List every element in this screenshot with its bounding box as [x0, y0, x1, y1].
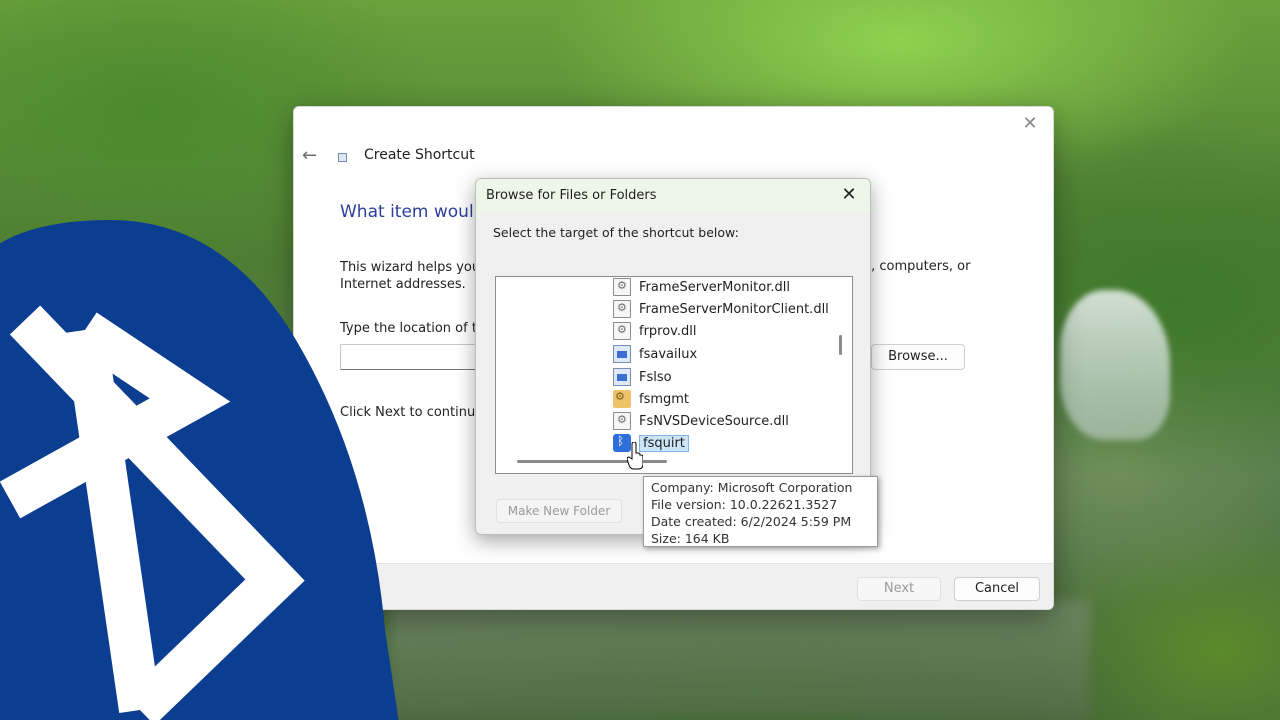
- management-console-icon: [613, 390, 631, 408]
- tooltip-date-created: Date created: 6/2/2024 5:59 PM: [651, 514, 852, 529]
- back-arrow-icon[interactable]: ←: [302, 145, 317, 166]
- file-tree[interactable]: FrameServerMonitor.dll FrameServerMonito…: [495, 276, 853, 474]
- hand-cursor-icon: [627, 442, 643, 470]
- tree-item-label: fsquirt: [639, 434, 689, 452]
- tree-item[interactable]: Fslso: [613, 367, 672, 387]
- tree-item-label: FsNVSDeviceSource.dll: [639, 413, 789, 429]
- exe-file-icon: [613, 368, 631, 386]
- browse-prompt: Select the target of the shortcut below:: [493, 225, 739, 240]
- next-button[interactable]: Next: [857, 577, 941, 601]
- tree-item-label: Fslso: [639, 369, 672, 385]
- tree-item[interactable]: fsmgmt: [613, 389, 689, 409]
- tree-item-label: FrameServerMonitorClient.dll: [639, 301, 829, 317]
- close-icon[interactable]: ✕: [1019, 113, 1041, 135]
- shortcut-app-icon: [338, 153, 347, 162]
- tree-item[interactable]: fsavailux: [613, 344, 697, 364]
- close-icon[interactable]: ✕: [838, 183, 860, 207]
- pond-background: [390, 600, 1090, 720]
- tree-item[interactable]: frprov.dll: [613, 321, 696, 341]
- cancel-button[interactable]: Cancel: [954, 577, 1040, 601]
- file-info-tooltip: Company: Microsoft Corporation File vers…: [643, 476, 878, 547]
- browse-dialog-title: Browse for Files or Folders: [486, 188, 657, 203]
- dll-file-icon: [613, 278, 631, 296]
- vertical-scrollbar[interactable]: [839, 335, 842, 355]
- browse-button[interactable]: Browse...: [871, 344, 965, 370]
- tooltip-size: Size: 164 KB: [651, 531, 730, 546]
- dll-file-icon: [613, 412, 631, 430]
- tooltip-company: Company: Microsoft Corporation: [651, 480, 853, 495]
- horizontal-scrollbar[interactable]: [517, 460, 667, 463]
- tree-item-label: frprov.dll: [639, 323, 697, 339]
- tree-item-selected[interactable]: fsquirt: [613, 433, 689, 453]
- tree-item-label: FrameServerMonitor.dll: [639, 279, 790, 295]
- dll-file-icon: [613, 300, 631, 318]
- bluetooth-logo-icon: [0, 220, 399, 720]
- tree-item[interactable]: FrameServerMonitorClient.dll: [613, 299, 829, 319]
- tree-item-label: fsmgmt: [639, 391, 690, 407]
- tree-item[interactable]: FrameServerMonitor.dll: [613, 277, 790, 297]
- exe-file-icon: [613, 345, 631, 363]
- dll-file-icon: [613, 322, 631, 340]
- tooltip-file-version: File version: 10.0.22621.3527: [651, 497, 838, 512]
- window-title: Create Shortcut: [364, 147, 475, 163]
- tree-item-label: fsavailux: [639, 346, 698, 362]
- make-new-folder-button[interactable]: Make New Folder: [496, 499, 622, 523]
- waterfall-background: [1060, 290, 1170, 440]
- tree-item[interactable]: FsNVSDeviceSource.dll: [613, 411, 789, 431]
